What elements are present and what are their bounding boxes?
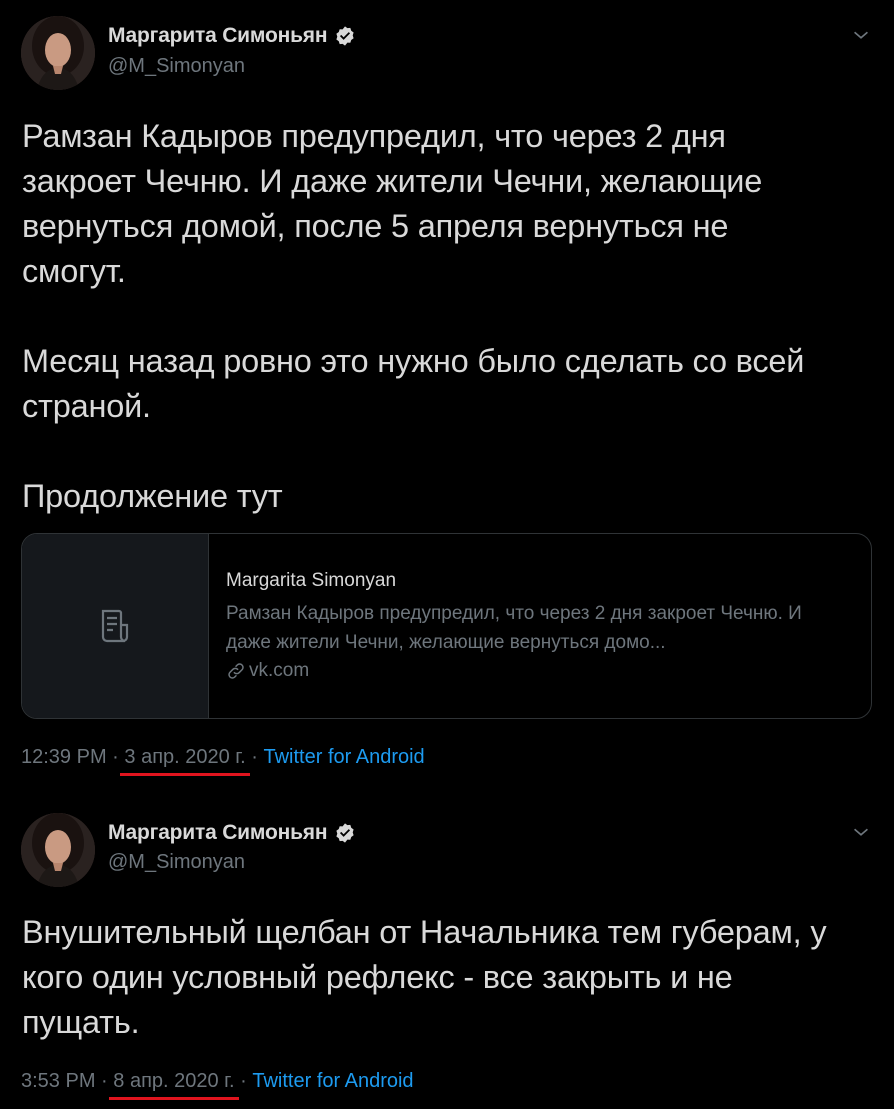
avatar-image: [21, 813, 95, 887]
avatar[interactable]: [21, 813, 95, 887]
meta-separator: ·: [95, 1070, 114, 1092]
author-name-row: Маргарита Симоньян: [108, 821, 356, 845]
card-title: Margarita Simonyan: [226, 570, 397, 591]
tweet-date[interactable]: 3 апр. 2020 г.: [120, 746, 250, 776]
document-icon: [101, 609, 129, 643]
tweet-date-text: 3 апр. 2020 г.: [124, 746, 246, 768]
tweet-date-text: 8 апр. 2020 г.: [113, 1070, 235, 1092]
meta-separator: ·: [234, 1070, 253, 1092]
tweet[interactable]: Маргарита Симоньян @M_Simonyan Внушитель…: [0, 800, 894, 1109]
card-thumbnail: [22, 534, 209, 718]
meta-separator: ·: [245, 746, 264, 768]
verified-badge-icon: [336, 823, 354, 843]
red-underline-highlight: [120, 773, 250, 776]
author-handle[interactable]: @M_Simonyan: [108, 55, 245, 78]
tweet-time[interactable]: 12:39 PM: [21, 746, 107, 769]
card-domain-text: vk.com: [249, 660, 310, 681]
card-domain: vk.com: [226, 660, 309, 682]
tweet[interactable]: Маргарита Симоньян @M_Simonyan Рамзан Ка…: [0, 0, 894, 790]
tweet-date[interactable]: 8 апр. 2020 г.: [109, 1070, 239, 1100]
chevron-down-icon[interactable]: [850, 821, 872, 843]
tweet-text: Внушительный щелбан от Начальника тем гу…: [22, 914, 827, 1040]
tweet-source-link[interactable]: Twitter for Android: [252, 1070, 413, 1093]
avatar[interactable]: [21, 16, 95, 90]
red-underline-highlight: [109, 1097, 239, 1100]
link-icon: [228, 663, 244, 679]
meta-separator: ·: [106, 746, 125, 768]
tweet-source-link[interactable]: Twitter for Android: [264, 746, 425, 769]
link-card[interactable]: Margarita Simonyan Рамзан Кадыров предуп…: [21, 533, 872, 719]
card-description: Рамзан Кадыров предупредил, что через 2 …: [226, 603, 802, 653]
author-name-row: Маргарита Симоньян: [108, 24, 356, 48]
tweet-meta: 3:53 PM · 8 апр. 2020 г. · Twitter for A…: [21, 1070, 414, 1100]
chevron-down-icon[interactable]: [850, 24, 872, 46]
tweet-meta: 12:39 PM · 3 апр. 2020 г. · Twitter for …: [21, 746, 425, 776]
author-display-name[interactable]: Маргарита Симоньян: [108, 24, 328, 48]
author-display-name[interactable]: Маргарита Симоньян: [108, 821, 328, 845]
verified-badge-icon: [336, 26, 354, 46]
tweet-text: Рамзан Кадыров предупредил, что через 2 …: [22, 118, 805, 514]
tweet-time[interactable]: 3:53 PM: [21, 1070, 95, 1093]
author-handle[interactable]: @M_Simonyan: [108, 851, 245, 874]
avatar-image: [21, 16, 95, 90]
